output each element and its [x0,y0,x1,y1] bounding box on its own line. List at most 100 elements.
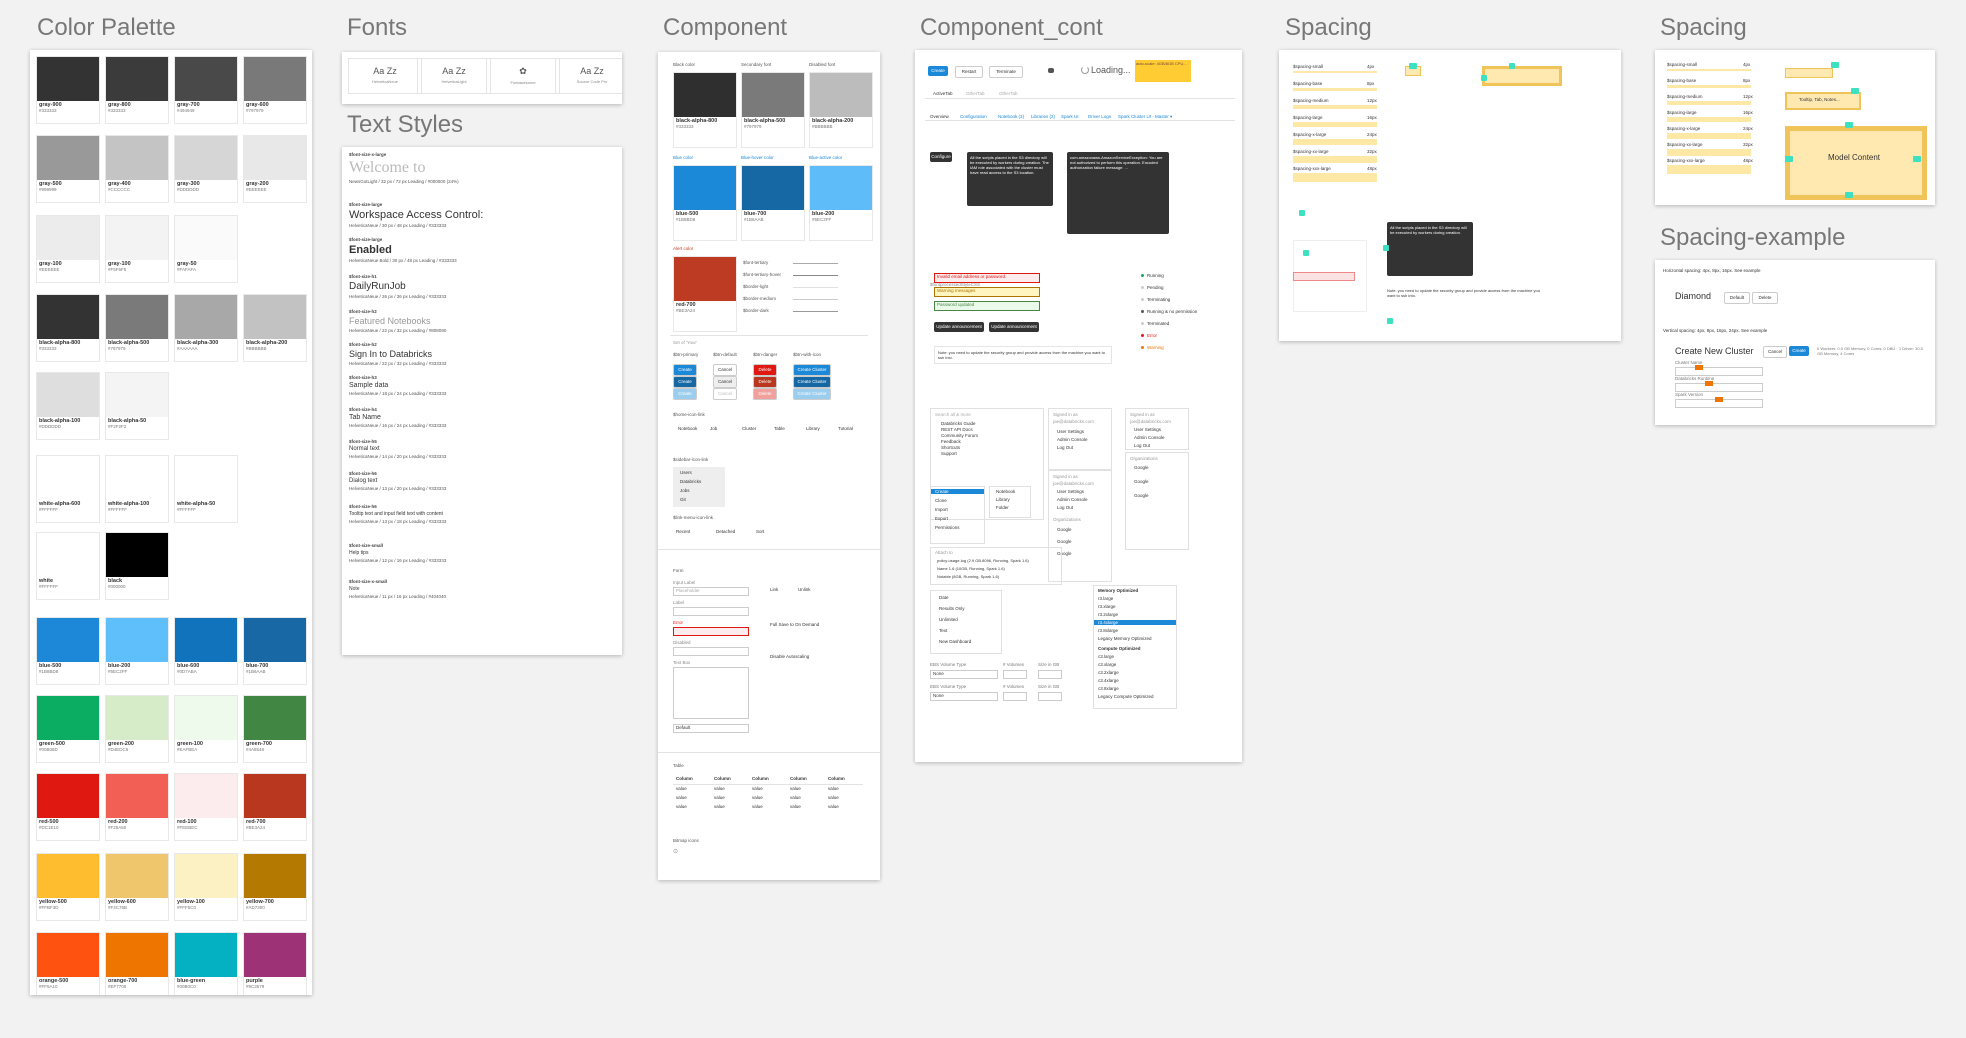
cluster-option[interactable]: policy-usage-log (2.9 GB 8096, Running, … [937,558,1029,563]
account-menu-item[interactable]: Admin Console [1134,435,1165,440]
cluster-option[interactable]: Notable (8GB, Running, Spark 1.6) [937,574,999,579]
create-menu-item[interactable]: Permissions [931,525,984,530]
checkbox-option[interactable]: Disable Autoscaling [770,654,809,659]
search-result[interactable]: REST API Docs [941,427,973,432]
instance-option[interactable]: Legacy Compute Optimized [1098,694,1154,699]
cluster-field-input[interactable] [1675,367,1763,376]
cluster-option[interactable]: Name 1.6 (10GB, Running, Spark 1.6) [937,566,1005,571]
account-menu-item[interactable]: Log Out [1134,443,1150,448]
instance-option[interactable]: c3.xlarge [1098,662,1116,667]
sub-tab[interactable]: Configuration [960,114,987,119]
menu-link[interactable]: Sort [756,529,764,534]
sidebar-item[interactable]: Git [680,497,686,502]
restart-button[interactable]: Restart [955,66,983,78]
configure-button[interactable]: Configure [930,152,952,162]
sub-tab[interactable]: Overview [930,114,949,119]
create-button[interactable]: Create [928,66,948,76]
ebs-size-input[interactable] [1038,670,1062,679]
account-menu-item[interactable]: Admin Console [1057,497,1088,502]
sidebar-item[interactable]: Users [680,470,692,475]
sort-menu-item[interactable]: Date [939,595,949,600]
tab[interactable]: OtherTab [999,91,1018,96]
terminate-button[interactable]: Terminate [989,66,1023,78]
create-menu-item[interactable]: Import [931,507,984,512]
sort-menu-item[interactable]: Results Only [939,606,965,611]
delete-pill-button[interactable]: Delete [1752,292,1778,304]
delete-button[interactable]: Delete [753,364,777,376]
create-button-disabled[interactable]: Create [673,388,697,400]
create-submenu-item[interactable]: Library [996,497,1010,502]
sort-menu-item[interactable]: Unlimited [939,617,958,622]
ebs-size-input[interactable] [1038,692,1062,701]
icon-link[interactable]: Notebook [678,426,697,431]
cancel-button-hover[interactable]: Cancel [713,376,737,388]
update-announcement-button[interactable]: Update announcement [989,322,1039,332]
account-menu-item[interactable]: User Settings [1057,489,1084,494]
account-menu-item[interactable]: User Settings [1057,429,1084,434]
instance-option[interactable]: c3.large [1098,654,1114,659]
create-submenu-item[interactable]: Folder [996,505,1009,510]
sidebar-item[interactable]: Jobs [680,488,690,493]
create-menu-item[interactable]: Create [931,489,984,494]
sort-menu-item[interactable]: New Dashboard [939,639,971,644]
search-result[interactable]: Feedback [941,439,961,444]
create-menu-item[interactable]: Export [931,516,984,521]
org-item[interactable]: Google [1134,493,1149,498]
form-input[interactable] [673,647,749,656]
account-menu-item[interactable]: User Settings [1134,427,1161,432]
search-result[interactable]: Databricks Guide [941,421,976,426]
instance-option[interactable]: r3.2xlarge [1094,612,1176,617]
instance-option[interactable]: c3.2xlarge [1098,670,1119,675]
sub-tab[interactable]: Spark UI [1061,114,1079,119]
update-announcement-button[interactable]: Update announcement [934,322,984,332]
form-input[interactable] [673,607,749,616]
create-cluster-button[interactable]: Create Cluster [793,364,831,376]
tab[interactable]: OtherTab [966,91,985,96]
ebs-count-input[interactable] [1003,692,1027,701]
icon-link[interactable]: Cluster [742,426,756,431]
instance-option[interactable]: c3.4xlarge [1098,678,1119,683]
instance-option[interactable]: r3.8xlarge [1094,628,1176,633]
sidebar-item[interactable]: Databricks [680,479,701,484]
tab[interactable]: ActiveTab [933,91,953,96]
cluster-field-input[interactable] [1675,383,1763,392]
search-result[interactable]: Support [941,451,957,456]
create-button[interactable]: Create [1789,346,1809,356]
instance-option[interactable]: Legacy Memory Optimized [1094,636,1176,641]
menu-link[interactable]: Detached [716,529,735,534]
sub-tab[interactable]: Libraries (2) [1031,114,1055,119]
create-button-hover[interactable]: Create [673,376,697,388]
create-submenu-item[interactable]: Notebook [996,489,1015,494]
org-item[interactable]: Google [1134,479,1149,484]
org-item[interactable]: Google [1134,465,1149,470]
radio-option[interactable]: Link [770,587,778,592]
sort-menu-item[interactable]: Text [939,628,947,633]
cancel-button[interactable]: Cancel [713,364,737,376]
org-item[interactable]: Google [1057,539,1072,544]
search-result[interactable]: Community Forum [941,433,978,438]
create-cluster-button-disabled[interactable]: Create Cluster [793,388,831,400]
sub-tab[interactable]: Notebook (3) [998,114,1024,119]
cancel-button[interactable]: Cancel [1763,346,1787,358]
instance-option[interactable]: c3.8xlarge [1098,686,1119,691]
search-input[interactable]: Search all & more [935,412,971,417]
form-input[interactable] [673,667,749,719]
checkbox-option[interactable]: Full Save to On Demand [770,622,819,627]
form-input[interactable] [673,627,749,636]
instance-option[interactable]: r3.4xlarge [1094,620,1176,625]
sub-tab[interactable]: Driver Logs [1088,114,1111,119]
account-menu-item[interactable]: Log Out [1057,505,1073,510]
instance-option[interactable]: r3.large [1094,596,1176,601]
create-button[interactable]: Create [673,364,697,376]
icon-link[interactable]: Table [774,426,785,431]
icon-link[interactable]: Library [806,426,820,431]
icon-link[interactable]: Job [710,426,717,431]
account-menu-item[interactable]: Log Out [1057,445,1073,450]
default-pill-button[interactable]: Default [1724,292,1750,304]
icon-link[interactable]: Tutorial [838,426,853,431]
account-menu-item[interactable]: Admin Console [1057,437,1088,442]
delete-button-hover[interactable]: Delete [753,376,777,388]
create-menu-item[interactable]: Clone [931,498,984,503]
search-result[interactable]: Shortcuts [941,445,960,450]
delete-button-disabled[interactable]: Delete [753,388,777,400]
